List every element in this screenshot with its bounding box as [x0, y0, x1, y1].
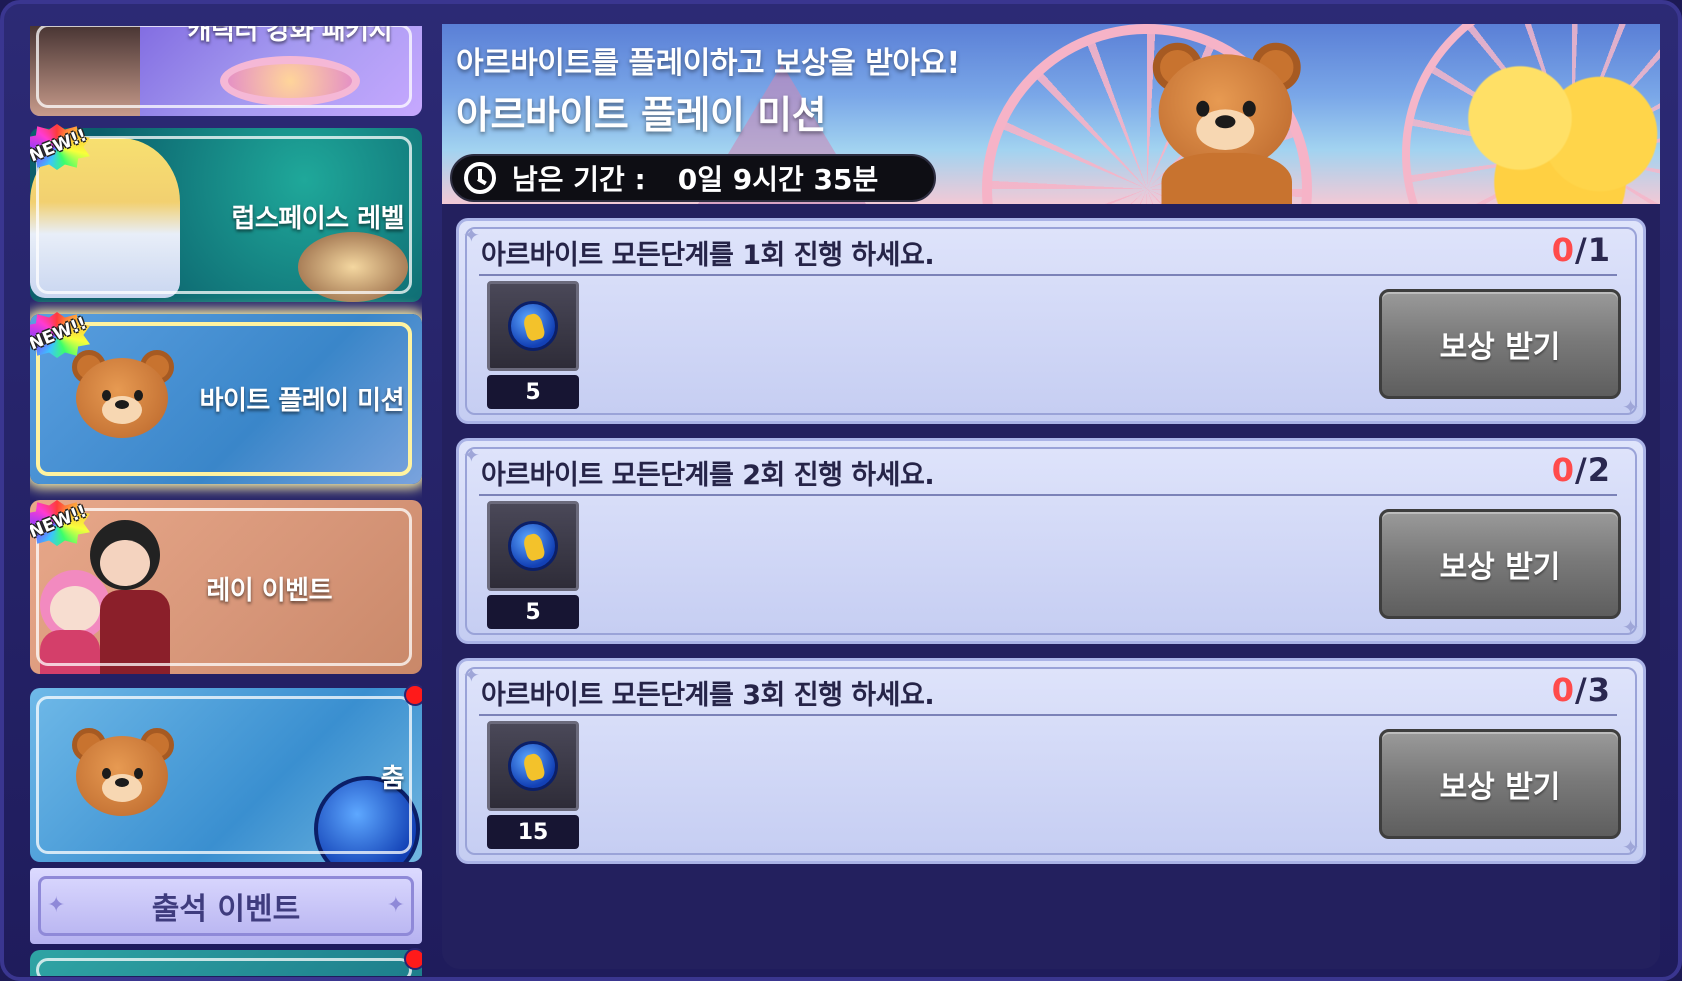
mission-panel: 아르바이트를 플레이하고 보상을 받아요! 아르바이트 플레이 미션 남은 기간… [442, 24, 1660, 969]
sparkle-icon: ✦ [463, 223, 480, 247]
mission-description: 아르바이트 모든단계를 2회 진행 하세요. [481, 460, 935, 491]
reward-item [487, 501, 579, 591]
mission-card: ✦ ✦ 아르바이트 모든단계를 1회 진행 하세요. 0/1 5 보상 받기 [456, 218, 1646, 424]
sidebar-item-next[interactable] [30, 950, 422, 976]
sparkle-icon: ✦ [1622, 615, 1639, 639]
coin-icon [508, 741, 558, 791]
event-sidebar: 캐릭터 강화 패키지 럽스페이스 레벨 NEW!! 바이트 플레이 미션 NEW… [30, 26, 422, 976]
new-badge: NEW!! [30, 500, 90, 546]
bear-mascot [1147, 34, 1307, 204]
banner-title: 아르바이트 플레이 미션 [456, 93, 827, 137]
sidebar-item-label: 럽스페이스 레벨 [231, 204, 405, 234]
banner-subtitle: 아르바이트를 플레이하고 보상을 받아요! [456, 46, 960, 81]
mission-progress: 0/2 [1551, 451, 1611, 489]
claim-reward-button[interactable]: 보상 받기 [1379, 289, 1621, 399]
sidebar-item-dance[interactable]: 춤 [30, 688, 422, 862]
notification-dot [404, 684, 422, 706]
reward-item [487, 721, 579, 811]
event-window: 캐릭터 강화 패키지 럽스페이스 레벨 NEW!! 바이트 플레이 미션 NEW… [0, 0, 1682, 981]
sidebar-item-label: 캐릭터 강화 패키지 [187, 26, 393, 46]
notification-dot [404, 948, 422, 970]
sparkle-icon: ✦ [463, 443, 480, 467]
reward-quantity: 15 [487, 815, 579, 849]
clock-icon [464, 162, 496, 194]
remaining-time: 남은 기간 : 0일 9시간 35분 [450, 154, 936, 202]
mission-description: 아르바이트 모든단계를 1회 진행 하세요. [481, 240, 935, 271]
sparkle-icon: ✦ [1622, 835, 1639, 859]
reward-quantity: 5 [487, 595, 579, 629]
timer-value: 0일 9시간 35분 [677, 163, 879, 196]
coin-icon [508, 521, 558, 571]
reward-quantity: 5 [487, 375, 579, 409]
mission-description: 아르바이트 모든단계를 3회 진행 하세요. [481, 680, 935, 711]
sidebar-item-label: 바이트 플레이 미션 [199, 386, 405, 416]
claim-reward-button[interactable]: 보상 받기 [1379, 729, 1621, 839]
attendance-event-button[interactable]: ✦ 출석 이벤트 ✦ [30, 868, 422, 944]
sparkle-icon: ✦ [1622, 395, 1639, 419]
claim-reward-button[interactable]: 보상 받기 [1379, 509, 1621, 619]
sparkle-icon: ✦ [463, 663, 480, 687]
reward-item [487, 281, 579, 371]
attendance-label: 출석 이벤트 [151, 892, 301, 927]
trees-illustration [1460, 54, 1660, 204]
sparkle-icon: ✦ [47, 893, 66, 918]
sparkle-icon: ✦ [386, 893, 405, 918]
mission-progress: 0/3 [1551, 671, 1611, 709]
timer-label: 남은 기간 : [512, 163, 646, 196]
sidebar-item-character-package[interactable]: 캐릭터 강화 패키지 [30, 26, 422, 116]
mission-card: ✦ ✦ 아르바이트 모든단계를 2회 진행 하세요. 0/2 5 보상 받기 [456, 438, 1646, 644]
sidebar-item-label: 레이 이벤트 [206, 576, 332, 606]
new-badge: NEW!! [30, 124, 90, 170]
sidebar-item-label: 춤 [380, 764, 405, 794]
coin-icon [508, 301, 558, 351]
mission-card: ✦ ✦ 아르바이트 모든단계를 3회 진행 하세요. 0/3 15 보상 받기 [456, 658, 1646, 864]
mission-progress: 0/1 [1551, 231, 1611, 269]
new-badge: NEW!! [30, 312, 90, 358]
event-banner: 아르바이트를 플레이하고 보상을 받아요! 아르바이트 플레이 미션 남은 기간… [442, 24, 1660, 204]
